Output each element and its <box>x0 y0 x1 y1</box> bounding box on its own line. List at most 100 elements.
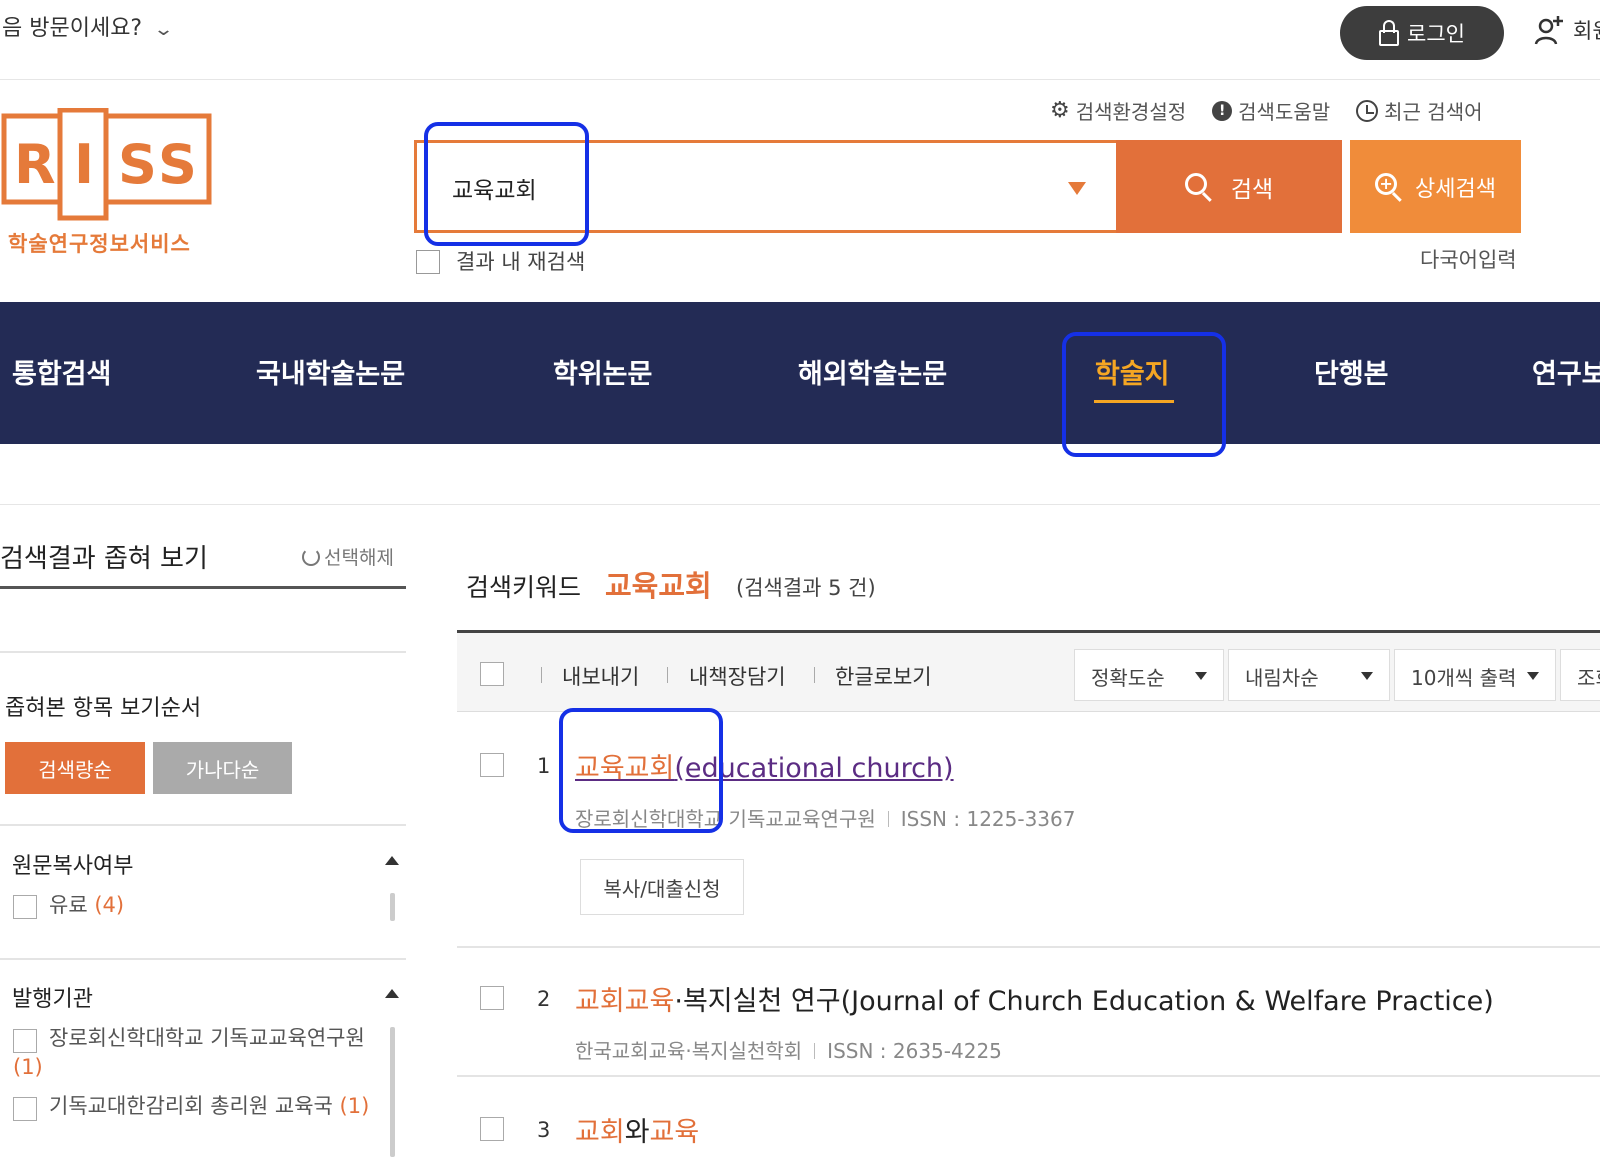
facet-item[interactable]: 유료 (4) <box>49 891 124 920</box>
search-button-label: 검색 <box>1230 176 1274 203</box>
sort-by-count-button[interactable]: 검색량순 <box>5 742 145 794</box>
tab-theses[interactable]: 학위논문 <box>553 352 652 391</box>
facet-title-publisher[interactable]: 발행기관 <box>12 981 93 1013</box>
facet-item-label: 유료 <box>49 893 88 917</box>
join-label: 회원 <box>1573 19 1600 43</box>
main-nav: 통합검색 국내학술논문 학위논문 해외학술논문 학술지 단행본 연구보 <box>0 302 1600 444</box>
select-all-checkbox[interactable] <box>480 662 504 686</box>
reset-selection-button[interactable]: 선택해제 <box>302 543 394 570</box>
result-checkbox[interactable] <box>480 1117 504 1141</box>
caret-down-icon <box>1527 672 1539 680</box>
facet-checkbox[interactable] <box>13 895 37 919</box>
add-to-bookshelf-button[interactable]: 내책장담기 <box>689 661 786 691</box>
result-number: 2 <box>537 987 551 1011</box>
gear-icon: ⚙ <box>1050 98 1070 123</box>
divider <box>457 946 1600 948</box>
riss-logo-mark: R I S S <box>1 107 212 221</box>
collapse-icon[interactable] <box>385 856 399 865</box>
caret-down-icon <box>1361 672 1373 680</box>
result-title-highlight: 교육 <box>649 1117 700 1148</box>
sort-by-alpha-button[interactable]: 가나다순 <box>153 742 292 794</box>
search-icon <box>1184 172 1213 202</box>
order-select[interactable]: 내림차순 <box>1228 649 1390 701</box>
lock-icon <box>1379 20 1400 46</box>
advanced-search-button[interactable]: + 상세검색 <box>1350 140 1521 233</box>
login-label: 로그인 <box>1407 22 1465 46</box>
info-icon: ! <box>1212 100 1233 121</box>
divider <box>457 1075 1600 1077</box>
search-help-label: 검색도움말 <box>1238 100 1331 124</box>
search-tools: ⚙ 검색환경설정 ! 검색도움말 최근 검색어 <box>1050 96 1483 125</box>
separator <box>667 667 668 683</box>
top-bar: 음 방문이세요? ⌄ 로그인 회원 <box>0 0 1600 80</box>
search-settings-link[interactable]: ⚙ 검색환경설정 <box>1050 96 1186 125</box>
result-checkbox[interactable] <box>480 986 504 1010</box>
result-title-rest: (educational church) <box>674 753 954 784</box>
logo-letter: I <box>74 133 94 196</box>
research-in-results-checkbox[interactable] <box>416 250 440 274</box>
result-issn: ISSN : 2635-4225 <box>827 1039 1002 1063</box>
result-title-link[interactable]: 교회와교육 <box>575 1110 699 1149</box>
collapse-icon[interactable] <box>385 989 399 998</box>
result-number: 1 <box>537 754 551 778</box>
export-button[interactable]: 내보내기 <box>562 661 639 691</box>
scrollbar[interactable] <box>390 893 395 921</box>
research-in-results-label: 결과 내 재검색 <box>456 250 586 274</box>
active-tab-underline <box>1094 400 1174 403</box>
visitor-selector[interactable]: 음 방문이세요? ⌄ <box>2 10 174 42</box>
facet-item-label: 장로회신학대학교 기독교교육연구원 <box>49 1026 365 1050</box>
tab-domestic-papers[interactable]: 국내학술논문 <box>256 352 405 391</box>
separator <box>814 667 815 683</box>
result-meta: 한국교회교육·복지실천학회 ISSN : 2635-4225 <box>575 1035 1002 1064</box>
tab-journals[interactable]: 학술지 <box>1095 352 1170 391</box>
view-korean-button[interactable]: 한글로보기 <box>835 661 932 691</box>
result-publisher[interactable]: 한국교회교육·복지실천학회 <box>575 1039 802 1063</box>
logo-letter: S <box>118 133 157 196</box>
tab-books[interactable]: 단행본 <box>1314 352 1389 391</box>
facet-item[interactable]: 장로회신학대학교 기독교교육연구원 (1) <box>13 1024 373 1082</box>
divider <box>0 651 406 653</box>
user-plus-icon <box>1534 16 1563 45</box>
per-page-select-value: 10개씩 출력 <box>1411 666 1517 690</box>
result-checkbox[interactable] <box>480 753 504 777</box>
result-publisher[interactable]: 장로회신학대학교 기독교교육연구원 <box>575 807 876 831</box>
copy-loan-request-button[interactable]: 복사/대출신청 <box>580 859 744 915</box>
facet-item-label: 기독교대한감리회 총리원 교육국 <box>49 1094 333 1118</box>
login-button[interactable]: 로그인 <box>1340 6 1504 60</box>
per-page-select[interactable]: 10개씩 출력 <box>1394 649 1556 701</box>
result-title-highlight: 교회 <box>575 1117 625 1148</box>
clock-icon <box>1356 99 1379 122</box>
search-button[interactable]: 검색 <box>1116 140 1342 233</box>
multilang-input-link[interactable]: 다국어입력 <box>1420 244 1517 274</box>
result-title-link[interactable]: 교회교육·복지실천 연구(Journal of Church Education… <box>575 979 1494 1018</box>
divider <box>0 504 1600 505</box>
search-input[interactable] <box>452 168 1012 208</box>
divider <box>0 958 406 960</box>
view-button-label: 조회 <box>1577 666 1600 690</box>
sort-select[interactable]: 정확도순 <box>1074 649 1224 701</box>
recent-search-link[interactable]: 최근 검색어 <box>1356 96 1483 125</box>
facet-item-count: (1) <box>339 1094 370 1118</box>
search-settings-label: 검색환경설정 <box>1075 100 1187 124</box>
reset-label: 선택해제 <box>324 547 394 569</box>
search-dropdown-icon[interactable] <box>1068 182 1086 195</box>
facet-item[interactable]: 기독교대한감리회 총리원 교육국 (1) <box>13 1092 373 1121</box>
result-count: (검색결과 5 건) <box>736 576 876 600</box>
join-button[interactable]: 회원 <box>1533 14 1600 46</box>
tab-research-reports[interactable]: 연구보 <box>1532 352 1600 391</box>
result-title-highlight: 교회교육 <box>575 986 675 1017</box>
result-title-link[interactable]: 교육교회(educational church) <box>575 746 954 785</box>
facet-item-count: (4) <box>94 893 125 917</box>
advanced-search-label: 상세검색 <box>1415 176 1496 202</box>
search-help-link[interactable]: ! 검색도움말 <box>1212 96 1330 125</box>
tab-integrated-search[interactable]: 통합검색 <box>12 352 111 391</box>
result-title-rest: 와 <box>624 1117 650 1148</box>
result-number: 3 <box>537 1118 551 1142</box>
tab-foreign-papers[interactable]: 해외학술논문 <box>798 352 947 391</box>
view-button[interactable]: 조회 <box>1560 649 1600 701</box>
result-issn: ISSN : 1225-3367 <box>900 807 1076 831</box>
facet-title-copy[interactable]: 원문복사여부 <box>12 848 133 880</box>
sort-select-value: 정확도순 <box>1091 666 1165 690</box>
visitor-text: 음 방문이세요? <box>2 16 143 41</box>
scrollbar[interactable] <box>390 1027 395 1157</box>
